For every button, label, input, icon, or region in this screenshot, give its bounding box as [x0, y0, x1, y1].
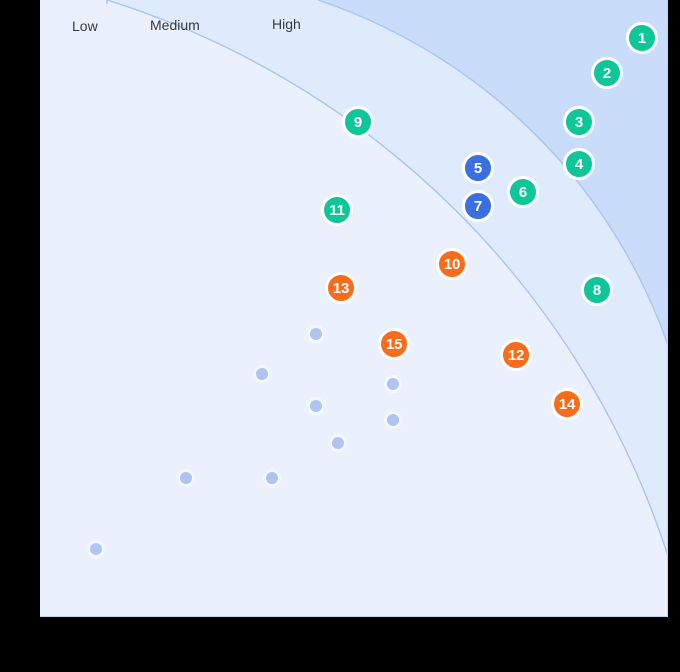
bubble-item-1[interactable]: 1	[626, 22, 658, 54]
unranked-dot[interactable]	[307, 397, 325, 415]
bubble-item-11[interactable]: 11	[321, 194, 353, 226]
unranked-dot[interactable]	[329, 434, 347, 452]
bubble-item-2[interactable]: 2	[591, 57, 623, 89]
bubble-item-10[interactable]: 10	[436, 248, 468, 280]
unranked-dot[interactable]	[263, 469, 281, 487]
unranked-dot[interactable]	[253, 365, 271, 383]
bubble-item-15[interactable]: 15	[378, 328, 410, 360]
band-label-low: Low	[72, 18, 98, 34]
unranked-dot[interactable]	[384, 375, 402, 393]
band-label-high: High	[272, 16, 301, 32]
screenshot-root: Low Medium High 1 2 3 4 5 6 7 8 9 10 11 …	[0, 0, 680, 672]
bubble-chart-plot-area: Low Medium High 1 2 3 4 5 6 7 8 9 10 11 …	[40, 0, 668, 617]
band-label-medium: Medium	[150, 17, 200, 33]
bubble-item-13[interactable]: 13	[325, 272, 357, 304]
bubble-item-7[interactable]: 7	[462, 190, 494, 222]
bubble-item-6[interactable]: 6	[507, 176, 539, 208]
unranked-dot[interactable]	[87, 540, 105, 558]
unranked-dot[interactable]	[384, 411, 402, 429]
priority-zone-bands	[40, 0, 667, 616]
unranked-dot[interactable]	[307, 325, 325, 343]
bubble-item-14[interactable]: 14	[551, 388, 583, 420]
bubble-item-9[interactable]: 9	[342, 106, 374, 138]
bubble-item-8[interactable]: 8	[581, 274, 613, 306]
bubble-item-4[interactable]: 4	[563, 148, 595, 180]
bubble-item-5[interactable]: 5	[462, 152, 494, 184]
unranked-dot[interactable]	[177, 469, 195, 487]
bubble-item-12[interactable]: 12	[500, 339, 532, 371]
bubble-item-3[interactable]: 3	[563, 106, 595, 138]
